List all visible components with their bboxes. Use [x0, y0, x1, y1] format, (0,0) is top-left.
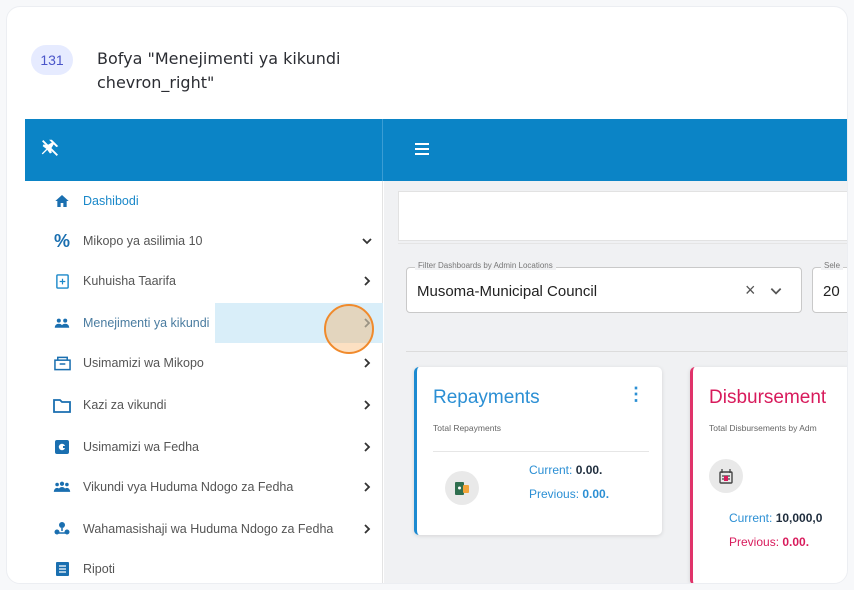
chevron-right-icon — [364, 358, 371, 368]
sidebar-item-kuhuisha[interactable]: Kuhuisha Taarifa — [25, 261, 383, 301]
loan-icon — [53, 354, 71, 372]
second-filter[interactable]: Sele 20 — [812, 261, 847, 313]
repayments-title: Repayments — [433, 387, 540, 408]
chevron-down-icon — [362, 238, 372, 245]
folder-icon — [53, 396, 71, 414]
sidebar-item-mikopo[interactable]: % Mikopo ya asilimia 10 — [25, 221, 383, 261]
sidebar-item-usimamizi-mikopo[interactable]: Usimamizi wa Mikopo — [25, 343, 383, 383]
sidebar-item-label: Vikundi vya Huduma Ndogo za Fedha — [83, 480, 294, 494]
click-target-highlight — [324, 304, 374, 354]
card-divider — [433, 451, 649, 452]
sidebar: Dashibodi % Mikopo ya asilimia 10 Kuhuis… — [25, 181, 383, 583]
dashboard-content: Filter Dashboards by Admin Locations Mus… — [384, 181, 847, 583]
chevron-right-icon — [364, 482, 371, 492]
report-icon — [53, 560, 71, 578]
sidebar-item-vikundi-huduma[interactable]: Vikundi vya Huduma Ndogo za Fedha — [25, 467, 383, 507]
step-number-badge: 131 — [31, 45, 73, 75]
repayments-current: Current: 0.00. — [529, 463, 602, 477]
home-icon — [53, 192, 71, 210]
admin-location-filter-label: Filter Dashboards by Admin Locations — [415, 261, 556, 270]
current-value: 10,000,0 — [775, 511, 823, 525]
admin-location-filter-value: Musoma-Municipal Council — [417, 283, 598, 300]
update-icon — [53, 272, 71, 290]
menu-icon[interactable] — [415, 143, 429, 155]
previous-value: 0.00. — [582, 487, 610, 501]
sidebar-item-usimamizi-fedha[interactable]: Usimamizi wa Fedha — [25, 427, 383, 467]
sidebar-item-label: Wahamasishaji wa Huduma Ndogo za Fedha — [83, 522, 334, 536]
section-divider — [406, 351, 847, 352]
repayments-previous: Previous: 0.00. — [529, 487, 609, 501]
sidebar-item-label: Kuhuisha Taarifa — [83, 274, 176, 288]
chevron-right-icon — [364, 524, 371, 534]
page-toolbar — [398, 191, 847, 241]
toolbar-divider — [398, 243, 847, 244]
wallet-icon — [445, 471, 479, 505]
sidebar-item-label: Ripoti — [83, 562, 115, 576]
sidebar-item-kazi[interactable]: Kazi za vikundi — [25, 385, 383, 425]
percent-icon: % — [53, 230, 70, 251]
sidebar-item-label: Mikopo ya asilimia 10 — [83, 234, 203, 248]
disbursement-title: Disbursement — [709, 387, 827, 408]
unpin-icon[interactable] — [39, 137, 61, 159]
sidebar-item-wahamasishaji[interactable]: Wahamasishaji wa Huduma Ndogo za Fedha — [25, 509, 383, 549]
chevron-right-icon — [364, 442, 371, 452]
register-icon — [709, 459, 743, 493]
sidebar-item-ripoti[interactable]: Ripoti — [25, 549, 383, 583]
sidebar-item-label: Usimamizi wa Mikopo — [83, 356, 204, 370]
disbursement-previous: Previous: 0.00. — [729, 535, 809, 549]
second-filter-value: 20 — [823, 283, 840, 300]
tutorial-step-card: 131 Bofya "Menejimenti ya kikundi chevro… — [6, 6, 848, 584]
app-screenshot: Dashibodi % Mikopo ya asilimia 10 Kuhuis… — [25, 119, 847, 583]
admin-location-filter[interactable]: Filter Dashboards by Admin Locations Mus… — [406, 261, 802, 313]
previous-label: Previous: — [529, 487, 580, 501]
chevron-right-icon — [364, 276, 371, 286]
previous-value: 0.00. — [782, 535, 810, 549]
chevron-right-icon — [364, 400, 371, 410]
step-instruction: Bofya "Menejimenti ya kikundi chevron_ri… — [97, 49, 341, 92]
sidebar-header — [25, 119, 383, 181]
sidebar-item-label: Kazi za vikundi — [83, 398, 167, 412]
disbursement-subtitle: Total Disbursements by Adm — [709, 423, 817, 433]
previous-label: Previous: — [729, 535, 780, 549]
second-filter-label: Sele — [821, 261, 844, 270]
current-label: Current: — [529, 463, 573, 477]
repayments-card[interactable]: Repayments ⋮ Total Repayments Current: 0… — [414, 367, 662, 535]
more-options-icon[interactable]: ⋮ — [627, 385, 645, 403]
repayments-subtitle: Total Repayments — [433, 423, 502, 433]
mobilizer-icon — [53, 520, 71, 538]
people-icon — [53, 478, 71, 496]
clear-icon[interactable]: × — [745, 280, 756, 301]
sidebar-item-label: Dashibodi — [83, 194, 139, 208]
current-value: 0.00. — [575, 463, 603, 477]
sidebar-item-label: Menejimenti ya kikundi — [83, 316, 210, 330]
sidebar-item-label: Usimamizi wa Fedha — [83, 440, 200, 454]
disbursement-current: Current: 10,000,0 — [729, 511, 822, 525]
chevron-down-icon[interactable] — [769, 284, 783, 298]
disbursement-card[interactable]: Disbursement Total Disbursements by Adm … — [690, 367, 847, 583]
current-label: Current: — [729, 511, 773, 525]
sidebar-item-dashibodi[interactable]: Dashibodi — [25, 181, 383, 221]
group-icon — [53, 314, 71, 332]
finance-icon — [53, 438, 71, 456]
